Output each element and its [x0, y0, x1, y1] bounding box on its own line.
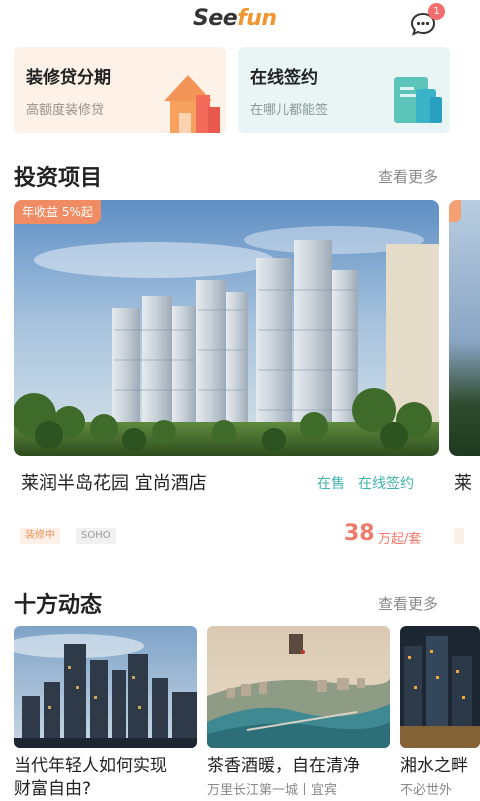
yield-tag: 年收益 5%起 [14, 200, 101, 224]
project-status: 在售 [317, 476, 345, 492]
news-title-1[interactable]: 当代年轻人如何实现 [14, 755, 197, 778]
news-title-1-line2[interactable]: 财富自由? [14, 778, 197, 801]
next-project-yield-tag [449, 200, 461, 222]
next-project-image-peek[interactable] [449, 200, 480, 456]
news-image-2[interactable] [207, 626, 390, 748]
next-project-name-peek[interactable]: 莱 [454, 469, 480, 495]
news-subtitle-3: 不必世外 [400, 783, 453, 798]
project-online-sign-link[interactable]: 在线签约 [358, 473, 414, 493]
tower-middle [196, 280, 248, 438]
online-signing-title: 在线签约 [250, 68, 318, 88]
project-price-unit: 万起/套 [378, 532, 422, 547]
app-header: Seefun 1 [0, 0, 480, 44]
renovation-loan-subtitle: 高额度装修贷 [26, 103, 105, 118]
document-icon [394, 77, 442, 123]
news-title-2[interactable]: 茶香酒暖，自在清净 [207, 755, 390, 778]
investment-more-link[interactable]: 查看更多 [378, 166, 438, 187]
online-signing-subtitle: 在哪儿都能签 [250, 103, 329, 118]
message-badge: 1 [428, 3, 445, 20]
seefun-logo: Seefun [193, 6, 277, 31]
renovation-loan-title: 装修贷分期 [26, 68, 111, 88]
news-image-3[interactable] [400, 626, 480, 748]
tower-left [112, 296, 196, 438]
online-signing-card[interactable]: 在线签约 在哪儿都能签 [238, 47, 450, 133]
logo-text-fun: fun [237, 6, 277, 31]
project-name[interactable]: 莱润半岛花园 宜尚酒店 [21, 469, 207, 495]
project-price-value: 38 [344, 521, 375, 546]
project-image[interactable] [14, 200, 439, 456]
logo-text-see: See [193, 6, 238, 31]
news-more-link[interactable]: 查看更多 [378, 593, 438, 614]
next-project-tag-peek [454, 528, 464, 544]
news-subtitle-2: 万里长江第一城丨宜宾 [207, 783, 338, 798]
news-title-3[interactable]: 湘水之畔 [400, 755, 480, 778]
investment-section-title: 投资项目 [14, 166, 103, 191]
type-tag-soho: SOHO [76, 528, 116, 544]
renovation-loan-card[interactable]: 装修贷分期 高额度装修贷 [14, 47, 226, 133]
news-image-1[interactable] [14, 626, 197, 748]
house-icon [164, 75, 220, 133]
news-section-title: 十方动态 [14, 593, 103, 618]
status-tag-renovating: 装修中 [20, 528, 60, 544]
